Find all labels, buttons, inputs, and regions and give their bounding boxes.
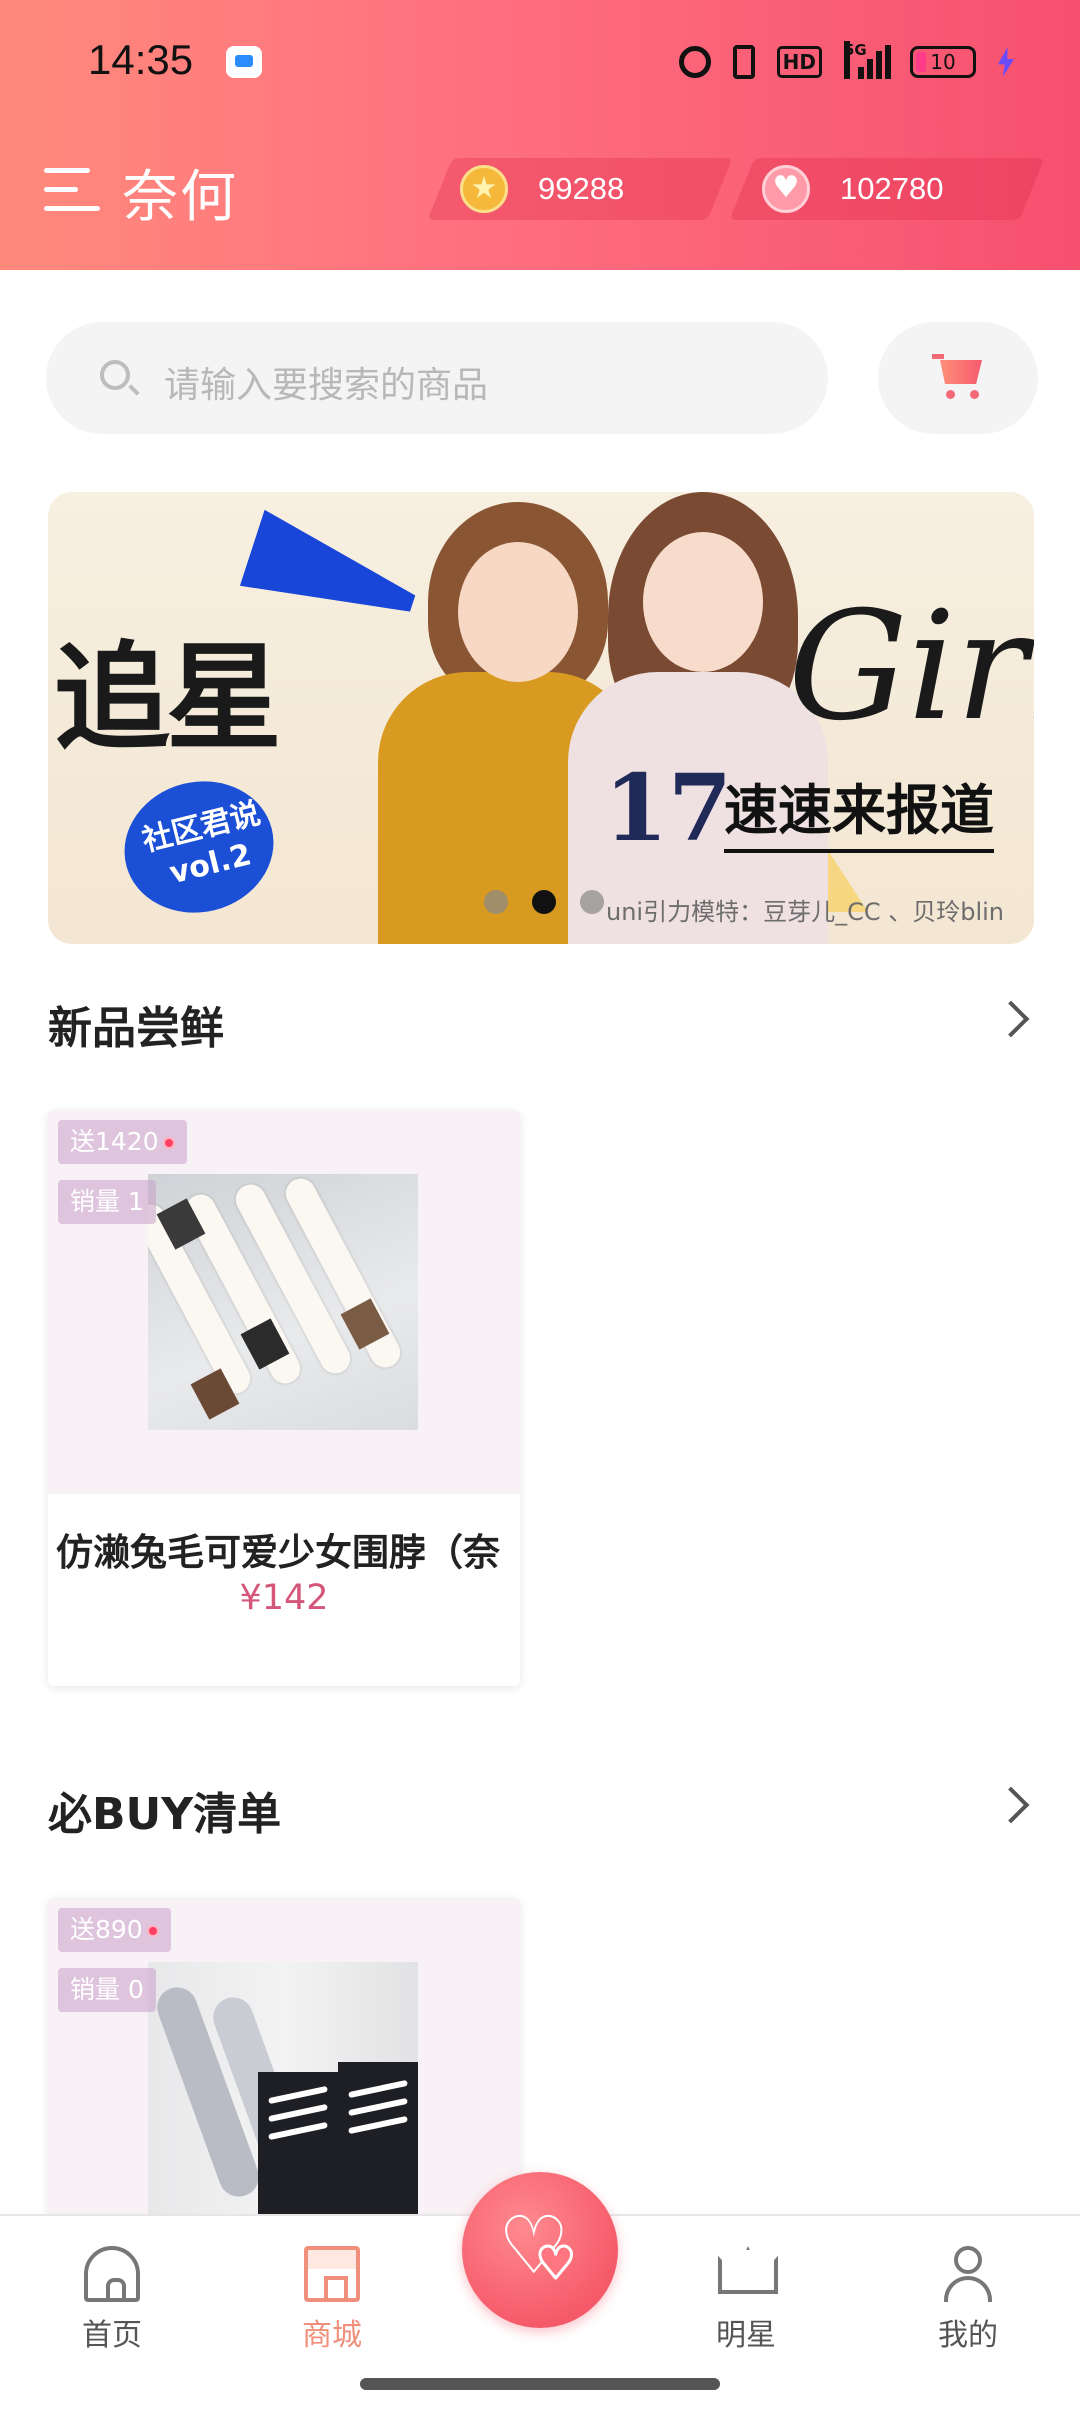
banner-dot-active[interactable] [532,890,556,914]
crown-icon [718,2246,778,2302]
nav-label-shop: 商城 [302,2318,362,2353]
gift-points-tag: 送890 [58,1908,171,1952]
promo-banner[interactable]: 17 追星 Girl 社区君说vol.2 速速来报道 uni引力模特：豆芽儿_C… [48,492,1034,944]
home-indicator[interactable] [360,2378,720,2390]
app-title: 奈何 [122,165,238,230]
gift-dot-icon [146,1925,159,1937]
charging-icon [998,47,1014,77]
notification-app-icon [226,46,262,78]
status-time: 14:35 [88,36,194,83]
hd-icon: HD [776,46,822,78]
network-type-label: 5G [844,41,867,79]
product-price: ¥142 [239,1578,329,1618]
alarm-icon [678,46,711,78]
nav-item-home[interactable]: 首页 [52,2246,172,2354]
nav-label-home: 首页 [82,2318,142,2353]
home-icon [84,2246,140,2302]
menu-icon[interactable] [44,168,100,212]
product-card[interactable]: 送1420 销量 1 仿濑兔毛可爱少女围脖（奈 ¥142 [48,1110,520,1686]
search-icon [100,360,130,390]
search-placeholder: 请输入要搜索的商品 [164,365,489,406]
gift-points-tag: 送1420 [58,1120,187,1164]
status-icons: HD 5G 10 [678,40,1014,84]
sales-count-tag: 销量 0 [58,1968,156,2012]
nav-label-stars: 明星 [716,2318,776,2353]
banner-badge-text: 社区君说vol.2 [138,795,264,892]
cart-icon [932,352,986,400]
product-image-area [48,1110,520,1494]
banner-headline: 追星 [54,630,282,766]
heart-count: 102780 [840,171,944,206]
heart-fab-button[interactable]: ♡ ♥ [462,2172,618,2328]
battery-icon: 10 [910,46,976,78]
nav-item-stars[interactable]: 明星 [686,2246,806,2354]
banner-subtitle: 速速来报道 [724,766,994,853]
nav-label-mine: 我的 [938,2318,998,2353]
search-input[interactable]: 请输入要搜索的商品 [46,322,828,434]
product-name: 仿濑兔毛可爱少女围脖（奈 [56,1531,500,1574]
app-header: 14:35 HD 5G 10 奈何 99288 102780 [0,0,1080,270]
banner-model-left-face [458,542,578,682]
status-bar: 14:35 HD 5G 10 [0,0,1080,120]
banner-dot[interactable] [580,890,604,914]
coin-balance[interactable]: 99288 [460,158,624,220]
section-title-new: 新品尝鲜 [48,1003,224,1054]
sales-count-tag: 销量 1 [58,1180,156,1224]
vibrate-icon [732,45,755,79]
user-icon [940,2246,996,2302]
gift-points-label: 送890 [70,1915,143,1944]
heart-small-icon: ♥ [534,2238,576,2289]
coin-icon [460,165,508,213]
gift-dot-icon [162,1137,175,1149]
product-image [148,1962,418,2218]
banner-script-text: Girl [788,580,1034,754]
shop-icon [304,2246,360,2302]
chevron-right-icon[interactable] [992,1786,1030,1824]
heart-balance[interactable]: 102780 [762,158,943,220]
chevron-right-icon[interactable] [992,1000,1030,1038]
banner-badge: 社区君说vol.2 [110,765,288,929]
section-title-must-buy: 必BUY清单 [48,1789,282,1840]
nav-item-shop[interactable]: 商城 [272,2246,392,2354]
cart-button[interactable] [878,322,1038,434]
coin-count: 99288 [538,171,625,206]
banner-model-right-face [643,532,763,672]
heart-coin-icon [762,165,810,213]
banner-credit: uni引力模特：豆芽儿_CC 、贝玲blin [606,898,1005,926]
banner-dot[interactable] [484,890,508,914]
product-image [148,1174,418,1430]
banner-pagination [484,890,604,914]
signal-icon: 5G [844,41,891,79]
gift-points-label: 送1420 [70,1127,159,1156]
banner-jersey-number: 17 [604,754,733,862]
nav-item-mine[interactable]: 我的 [908,2246,1028,2354]
